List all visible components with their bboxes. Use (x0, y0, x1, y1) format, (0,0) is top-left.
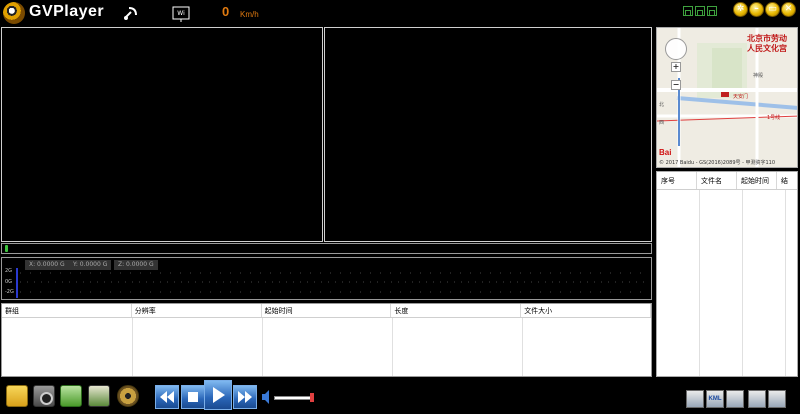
map-view[interactable]: + − 北京市劳动 人民文化宫 天安门 神殿 北 西 1号线 Bai © 201… (656, 27, 798, 168)
volume-icon[interactable] (262, 390, 270, 404)
gsensor-graph: X: 0.0000 G Y: 0.0000 G Z: 0.0000 G 2G 0… (1, 257, 652, 300)
volume-slider-handle[interactable] (310, 393, 314, 402)
playback-timeline[interactable] (1, 243, 652, 254)
rewind-button[interactable] (155, 385, 179, 409)
map-west-label: 西 (659, 120, 665, 126)
satellite-icon (124, 7, 137, 20)
gsensor-y-axis-top: 2G (5, 268, 13, 274)
map-landmark-label: 天安门 (733, 94, 749, 100)
column-header-start-time[interactable]: 起始时间 (737, 172, 777, 189)
maximize-icon[interactable]: ▭ (765, 2, 780, 17)
file-table-header: 群组 分辨率 起始时间 长度 文件大小 (2, 304, 651, 318)
settings-icon[interactable]: ✲ (733, 2, 748, 17)
gsensor-plot (16, 268, 648, 298)
column-divider (742, 190, 743, 376)
fast-forward-icon (238, 391, 252, 403)
stop-button[interactable] (181, 385, 205, 409)
stop-icon (188, 392, 198, 402)
playlist-header: 序号 文件名 起始时间 结 (657, 172, 797, 190)
timeline-handle[interactable] (5, 245, 8, 252)
playlist-table[interactable]: 序号 文件名 起始时间 结 (656, 171, 798, 377)
speed-value: 0 (222, 4, 230, 19)
video-pane-2[interactable] (324, 27, 652, 242)
file-table[interactable]: 群组 分辨率 起始时间 长度 文件大小 (1, 303, 652, 377)
close-icon[interactable]: ✕ (781, 2, 796, 17)
column-header-start-time[interactable]: 起始时间 (262, 304, 392, 317)
photo-icon[interactable] (88, 385, 110, 407)
column-divider (785, 190, 786, 376)
speed-unit: Km/h (240, 10, 259, 19)
column-divider (132, 318, 133, 376)
rewind-icon (160, 391, 174, 403)
map-icon[interactable] (726, 390, 744, 408)
play-button[interactable] (204, 380, 232, 410)
map-shenmiao-label: 神殿 (753, 73, 764, 79)
lock-icon[interactable] (768, 390, 786, 408)
gsensor-y-axis-mid: 0G (5, 279, 13, 285)
disc-icon[interactable] (117, 385, 139, 407)
app-logo-icon (3, 2, 25, 24)
baidu-logo: Bai (659, 148, 672, 157)
play-icon (213, 387, 225, 403)
column-header-group[interactable]: 群组 (2, 304, 132, 317)
map-zoom-out-button[interactable]: − (671, 80, 681, 90)
video-pane-1[interactable] (1, 27, 323, 242)
map-copyright: © 2017 Baidu - GS(2016)2089号 - 甲测资字110 (659, 160, 776, 166)
monitor-icon[interactable] (686, 390, 704, 408)
layout-dual-button[interactable] (695, 6, 705, 16)
column-divider (699, 190, 700, 376)
bottom-toolbar (0, 378, 800, 414)
column-divider (262, 318, 263, 376)
column-divider (522, 318, 523, 376)
volume-slider[interactable] (274, 396, 314, 400)
file-list-icon[interactable] (60, 385, 82, 407)
column-header-file-size[interactable]: 文件大小 (521, 304, 651, 317)
column-header-length[interactable]: 长度 (391, 304, 522, 317)
gsensor-y-axis-bottom: -2G (5, 289, 14, 295)
map-pan-control[interactable] (665, 38, 687, 60)
info-icon[interactable] (748, 390, 766, 408)
map-zoom-in-button[interactable]: + (671, 62, 681, 72)
map-place-label: 北京市劳动 人民文化宫 (747, 34, 787, 53)
column-header-file-name[interactable]: 文件名 (697, 172, 737, 189)
layout-quad-button[interactable] (707, 6, 717, 16)
column-header-resolution[interactable]: 分辨率 (132, 304, 262, 317)
column-divider (392, 318, 393, 376)
minimize-icon[interactable]: – (749, 2, 764, 17)
wifi-icon: Wi (172, 6, 190, 22)
app-title: GVPlayer (29, 3, 105, 20)
column-header-index[interactable]: 序号 (657, 172, 697, 189)
title-bar: GVPlayer Wi 0 Km/h ✲ – ▭ ✕ (0, 0, 800, 26)
map-line-label: 1号线 (767, 115, 781, 121)
open-folder-icon[interactable] (6, 385, 28, 407)
kml-export-button[interactable]: KML (706, 390, 724, 408)
layout-single-button[interactable] (683, 6, 693, 16)
svg-text:Wi: Wi (177, 10, 185, 17)
map-north-label: 北 (659, 102, 665, 108)
column-header-end[interactable]: 结 (777, 172, 797, 189)
snapshot-camera-icon[interactable] (33, 385, 55, 407)
fast-forward-button[interactable] (233, 385, 257, 409)
